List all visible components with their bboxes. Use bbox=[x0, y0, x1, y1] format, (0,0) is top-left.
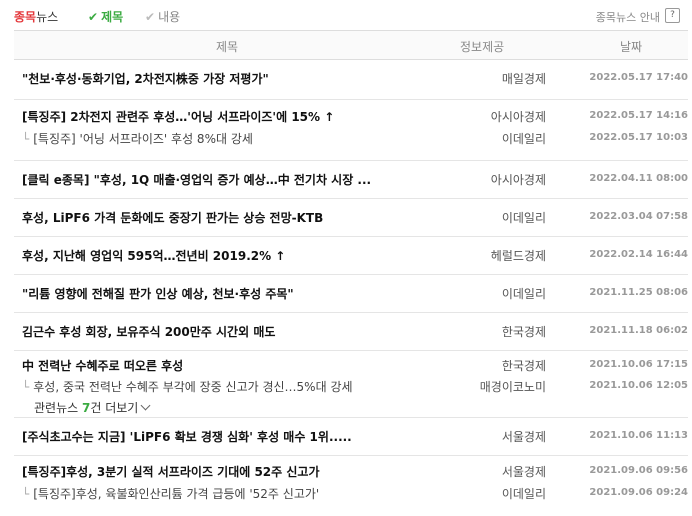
news-group: [주식초고수는 지금] 'LiPF6 확보 경쟁 심화' 후성 매수 1위...… bbox=[14, 418, 688, 456]
news-subitem: └ [특징주]후성, 육불화인산리튬 가격 급등에 '52주 신고가' 이데일리 … bbox=[14, 485, 688, 503]
news-group: [특징주] 2차전지 관련주 후성…'어닝 서프라이즈'에 15% ↑ 아시아경… bbox=[14, 100, 688, 161]
news-date: 2021.10.06 17:15 bbox=[589, 359, 688, 370]
news-item: 김근수 후성 회장, 보유주식 200만주 시간외 매도 한국경제 2021.1… bbox=[14, 323, 688, 341]
news-title[interactable]: 후성, 지난해 영업익 595억…전년비 2019.2% ↑ bbox=[22, 247, 285, 264]
news-source: 이데일리 bbox=[501, 132, 546, 146]
news-title[interactable]: "리튬 영향에 전해질 판가 인상 예상, 천보·후성 주목" bbox=[22, 285, 294, 302]
news-date: 2022.02.14 16:44 bbox=[589, 249, 688, 260]
news-guide-link[interactable]: 종목뉴스 안내 bbox=[596, 9, 660, 25]
news-group: "천보·후성·동화기업, 2차전지株중 가장 저평가" 매일경제 2022.05… bbox=[14, 59, 688, 100]
news-item: [특징주] 2차전지 관련주 후성…'어닝 서프라이즈'에 15% ↑ 아시아경… bbox=[14, 108, 688, 126]
news-item: 中 전력난 수혜주로 떠오른 후성 한국경제 2021.10.06 17:15 bbox=[14, 357, 688, 375]
news-source: 헤럴드경제 bbox=[490, 249, 546, 263]
news-item: "천보·후성·동화기업, 2차전지株중 가장 저평가" 매일경제 2022.05… bbox=[14, 70, 688, 88]
news-source: 이데일리 bbox=[501, 287, 546, 301]
news-subitem: └ 후성, 중국 전력난 수혜주 부각에 장중 신고가 경신…5%대 강세 매경이… bbox=[14, 378, 688, 396]
news-title[interactable]: "천보·후성·동화기업, 2차전지株중 가장 저평가" bbox=[22, 70, 269, 87]
related-news-more-button[interactable]: 관련뉴스 7건 더보기 bbox=[34, 399, 151, 416]
news-source: 서울경제 bbox=[501, 465, 546, 479]
news-title[interactable]: [주식초고수는 지금] 'LiPF6 확보 경쟁 심화' 후성 매수 1위...… bbox=[22, 428, 352, 445]
news-item: "리튬 영향에 전해질 판가 인상 예상, 천보·후성 주목" 이데일리 202… bbox=[14, 285, 688, 303]
news-title[interactable]: [특징주]후성, 3분기 실적 서프라이즈 기대에 52주 신고가 bbox=[22, 463, 319, 480]
news-group: 김근수 후성 회장, 보유주식 200만주 시간외 매도 한국경제 2021.1… bbox=[14, 313, 688, 351]
news-item: 후성, LiPF6 가격 둔화에도 중장기 판가는 상승 전망-KTB 이데일리… bbox=[14, 209, 688, 227]
news-source: 한국경제 bbox=[501, 325, 546, 339]
news-source: 이데일리 bbox=[501, 487, 546, 501]
news-title[interactable]: 김근수 후성 회장, 보유주식 200만주 시간외 매도 bbox=[22, 323, 275, 340]
news-source: 아시아경제 bbox=[490, 173, 546, 187]
news-group: 후성, LiPF6 가격 둔화에도 중장기 판가는 상승 전망-KTB 이데일리… bbox=[14, 199, 688, 237]
news-date: 2021.10.06 12:05 bbox=[589, 380, 688, 391]
news-title[interactable]: [특징주] 2차전지 관련주 후성…'어닝 서프라이즈'에 15% ↑ bbox=[22, 108, 334, 125]
news-date: 2021.11.25 08:06 bbox=[589, 287, 688, 298]
news-date: 2021.10.06 11:13 bbox=[589, 430, 688, 441]
news-group: [클릭 e종목] "후성, 1Q 매출·영업익 증가 예상…中 전기차 시장 .… bbox=[14, 161, 688, 199]
news-date: 2021.09.06 09:56 bbox=[589, 465, 688, 476]
column-title: 제목 bbox=[216, 40, 239, 54]
news-title[interactable]: [특징주] '어닝 서프라이즈' 후성 8%대 강세 bbox=[33, 132, 253, 146]
sub-arrow-icon: └ bbox=[22, 132, 30, 146]
news-item: [특징주]후성, 3분기 실적 서프라이즈 기대에 52주 신고가 서울경제 2… bbox=[14, 463, 688, 481]
filter-title-option[interactable]: ✔ 제목 bbox=[88, 8, 123, 25]
check-icon: ✔ bbox=[145, 9, 156, 24]
news-group: "리튬 영향에 전해질 판가 인상 예상, 천보·후성 주목" 이데일리 202… bbox=[14, 275, 688, 313]
news-source: 한국경제 bbox=[501, 359, 546, 373]
news-header: 종목뉴스 ✔ 제목 ✔ 내용 종목뉴스 안내 ? bbox=[0, 0, 692, 30]
news-title[interactable]: 후성, LiPF6 가격 둔화에도 중장기 판가는 상승 전망-KTB bbox=[22, 209, 323, 226]
help-icon[interactable]: ? bbox=[665, 8, 680, 23]
news-source: 이데일리 bbox=[501, 211, 546, 225]
table-header: 제목 정보제공 날짜 bbox=[14, 30, 688, 60]
news-source: 서울경제 bbox=[501, 430, 546, 444]
news-group: [특징주]후성, 3분기 실적 서프라이즈 기대에 52주 신고가 서울경제 2… bbox=[14, 456, 688, 514]
news-source: 매경이코노미 bbox=[479, 380, 546, 394]
news-title[interactable]: 후성, 중국 전력난 수혜주 부각에 장중 신고가 경신…5%대 강세 bbox=[33, 380, 352, 394]
column-date: 날짜 bbox=[620, 40, 643, 54]
news-item: [주식초고수는 지금] 'LiPF6 확보 경쟁 심화' 후성 매수 1위...… bbox=[14, 428, 688, 446]
news-group: 후성, 지난해 영업익 595억…전년비 2019.2% ↑ 헤럴드경제 202… bbox=[14, 237, 688, 275]
news-subitem: └ [특징주] '어닝 서프라이즈' 후성 8%대 강세 이데일리 2022.05… bbox=[14, 130, 688, 148]
news-source: 매일경제 bbox=[501, 72, 546, 86]
news-date: 2022.03.04 07:58 bbox=[589, 211, 688, 222]
news-item: 후성, 지난해 영업익 595억…전년비 2019.2% ↑ 헤럴드경제 202… bbox=[14, 247, 688, 265]
news-item: [클릭 e종목] "후성, 1Q 매출·영업익 증가 예상…中 전기차 시장 .… bbox=[14, 171, 688, 189]
news-date: 2022.04.11 08:00 bbox=[589, 173, 688, 184]
news-title[interactable]: 中 전력난 수혜주로 떠오른 후성 bbox=[22, 357, 183, 374]
news-title[interactable]: [특징주]후성, 육불화인산리튬 가격 급등에 '52주 신고가' bbox=[33, 487, 319, 501]
news-group: 中 전력난 수혜주로 떠오른 후성 한국경제 2021.10.06 17:15 … bbox=[14, 351, 688, 418]
news-source: 아시아경제 bbox=[490, 110, 546, 124]
filter-content-option[interactable]: ✔ 내용 bbox=[145, 8, 180, 25]
chevron-down-icon bbox=[140, 400, 151, 411]
sub-arrow-icon: └ bbox=[22, 380, 30, 394]
news-date: 2022.05.17 14:16 bbox=[589, 110, 688, 121]
sub-arrow-icon: └ bbox=[22, 487, 30, 501]
news-date: 2021.11.18 06:02 bbox=[589, 325, 688, 336]
news-date: 2022.05.17 10:03 bbox=[589, 132, 688, 143]
column-source: 정보제공 bbox=[460, 40, 505, 54]
check-icon: ✔ bbox=[88, 9, 99, 24]
news-date: 2022.05.17 17:40 bbox=[589, 72, 688, 83]
news-title[interactable]: [클릭 e종목] "후성, 1Q 매출·영업익 증가 예상…中 전기차 시장 .… bbox=[22, 171, 371, 188]
section-title: 종목뉴스 bbox=[14, 10, 59, 24]
news-date: 2021.09.06 09:24 bbox=[589, 487, 688, 498]
